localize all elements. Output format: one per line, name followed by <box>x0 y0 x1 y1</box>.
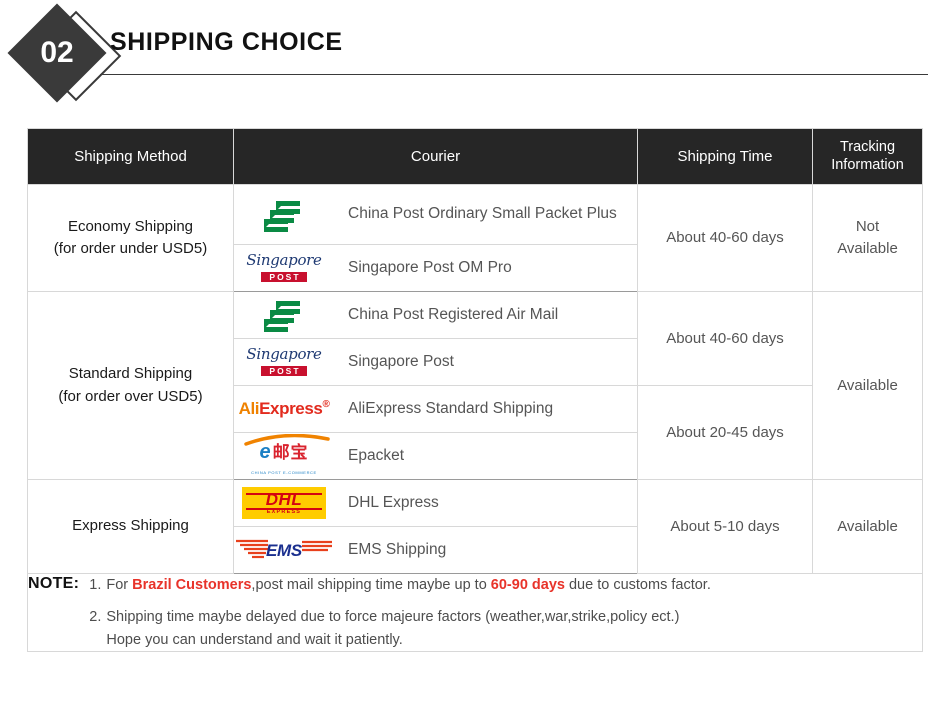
tracking-economy-line2: Available <box>837 240 898 257</box>
singapore-post-box: POST <box>261 271 307 282</box>
cell-time-express: About 5-10 days <box>637 479 813 574</box>
method-standard-line1: Standard Shipping <box>68 365 193 382</box>
header-divider <box>100 74 928 75</box>
aliexpress-logo: AliExpress® <box>234 390 334 428</box>
note-2-number: 2. <box>89 609 102 626</box>
shipping-table-wrap: Shipping Method Courier Shipping Time Tr… <box>27 128 923 653</box>
header-tracking-line2: Information <box>831 156 904 173</box>
note-2-line2: Hope you can understand and wait it pati… <box>106 631 403 648</box>
singapore-post-box: POST <box>261 365 307 376</box>
cell-courier-dhl: DHL EXPRESS DHL Express <box>233 479 638 527</box>
note-1-highlight-brazil: Brazil Customers <box>132 577 252 593</box>
note-1-part1: For <box>106 577 133 593</box>
section-number: 02 <box>40 36 74 69</box>
cell-method-standard: Standard Shipping (for order over USD5) <box>27 291 234 480</box>
header-courier: Courier <box>233 128 638 185</box>
cell-courier-aliexpress-standard: AliExpress® AliExpress Standard Shipping <box>233 385 638 433</box>
epacket-subtext: CHINA POST E-COMMERCE <box>251 470 317 475</box>
shipping-table: Shipping Method Courier Shipping Time Tr… <box>27 128 923 653</box>
cell-courier-singapore-post: Singapore POST Singapore Post <box>233 338 638 386</box>
method-economy-line1: Economy Shipping <box>67 217 194 235</box>
method-express-line1: Express Shipping <box>72 517 189 535</box>
note-1-highlight-days: 60-90 days <box>490 577 565 593</box>
note-1-part3: due to customs factor. <box>564 577 711 593</box>
header-tracking-line1: Tracking <box>839 139 896 156</box>
epacket-logo: e 邮宝 CHINA POST E-COMMERCE <box>234 434 334 475</box>
courier-name: Epacket <box>348 446 405 464</box>
table-header-row: Shipping Method Courier Shipping Time Tr… <box>27 128 923 185</box>
epacket-chinese-text: 邮宝 <box>272 442 309 462</box>
note-1-part2: ,post mail shipping time maybe up to <box>251 577 491 593</box>
cell-method-express: Express Shipping <box>27 479 234 574</box>
cell-courier-singapore-om-pro: Singapore POST Singapore Post OM Pro <box>233 244 638 292</box>
courier-name: AliExpress Standard Shipping <box>348 399 554 417</box>
table-row: Express Shipping DHL EXPRESS DHL Express… <box>27 479 923 574</box>
cell-time-standard-1: About 40-60 days <box>637 291 813 386</box>
note-1-number: 1. <box>89 577 102 593</box>
ems-logo: EMS <box>234 531 334 569</box>
note-item: 1. For Brazil Customers,post mail shippi… <box>89 574 922 596</box>
singapore-post-script: Singapore <box>246 344 322 363</box>
note-2-text: Shipping time maybe delayed due to force… <box>106 606 922 651</box>
table-row: Standard Shipping (for order over USD5) <box>27 291 923 480</box>
courier-name: DHL Express <box>348 493 439 511</box>
note-item: 2. Shipping time maybe delayed due to fo… <box>89 606 922 651</box>
ems-logo-text: EMS <box>266 540 302 560</box>
note-label: NOTE: <box>28 575 80 592</box>
cell-time-standard-2: About 20-45 days <box>637 385 813 480</box>
note-row: NOTE: 1. For Brazil Customers,post mail … <box>27 572 923 653</box>
dhl-logo: DHL EXPRESS <box>234 484 334 522</box>
note-1-text: For Brazil Customers,post mail shipping … <box>106 574 922 596</box>
header-tracking-information: Tracking Information <box>812 128 923 185</box>
cell-courier-epacket: e 邮宝 CHINA POST E-COMMERCE Epacket <box>233 432 638 480</box>
shipping-choice-page: 02 SHIPPING CHOICE Shipping Method Couri… <box>0 0 950 711</box>
dhl-logo-subtext: EXPRESS <box>266 508 302 515</box>
header-shipping-method: Shipping Method <box>27 128 234 185</box>
courier-name: China Post Registered Air Mail <box>348 305 559 323</box>
courier-name: Singapore Post OM Pro <box>348 258 512 276</box>
cell-tracking-standard: Available <box>812 291 923 480</box>
cell-tracking-economy: Not Available <box>812 184 923 292</box>
aliexpress-ali-text: Ali <box>238 399 260 418</box>
section-header: 02 SHIPPING CHOICE <box>0 0 950 112</box>
method-economy-line2: (for order under USD5) <box>53 240 208 257</box>
singapore-post-logo: Singapore POST <box>234 343 334 381</box>
courier-name: China Post Ordinary Small Packet Plus <box>348 205 617 223</box>
courier-name: Singapore Post <box>348 352 454 370</box>
epacket-e-letter: e <box>259 441 271 463</box>
header-shipping-time: Shipping Time <box>637 128 813 185</box>
cell-courier-china-post-registered: China Post Registered Air Mail <box>233 291 638 339</box>
cell-time-economy: About 40-60 days <box>637 184 813 292</box>
singapore-post-script: Singapore <box>246 250 322 269</box>
cell-courier-ems: EMS EMS Shipping <box>233 526 638 574</box>
courier-name: EMS Shipping <box>348 540 447 558</box>
note-2-line1: Shipping time maybe delayed due to force… <box>106 609 680 626</box>
page-title: SHIPPING CHOICE <box>110 28 343 56</box>
table-row: Economy Shipping (for order under USD5) <box>27 184 923 292</box>
china-post-logo <box>234 196 334 234</box>
cell-method-economy: Economy Shipping (for order under USD5) <box>27 184 234 292</box>
aliexpress-express-text: Express <box>259 399 323 418</box>
note-section: NOTE: 1. For Brazil Customers,post mail … <box>27 572 923 653</box>
cell-courier-china-post-ordinary: China Post Ordinary Small Packet Plus <box>233 184 638 245</box>
aliexpress-mark: ® <box>322 399 330 410</box>
cell-tracking-express: Available <box>812 479 923 574</box>
section-number-badge: 02 <box>7 3 122 104</box>
method-standard-line2: (for order over USD5) <box>58 387 203 405</box>
tracking-economy-line1: Not <box>855 218 880 236</box>
china-post-logo <box>234 296 334 334</box>
singapore-post-logo: Singapore POST <box>234 249 334 287</box>
